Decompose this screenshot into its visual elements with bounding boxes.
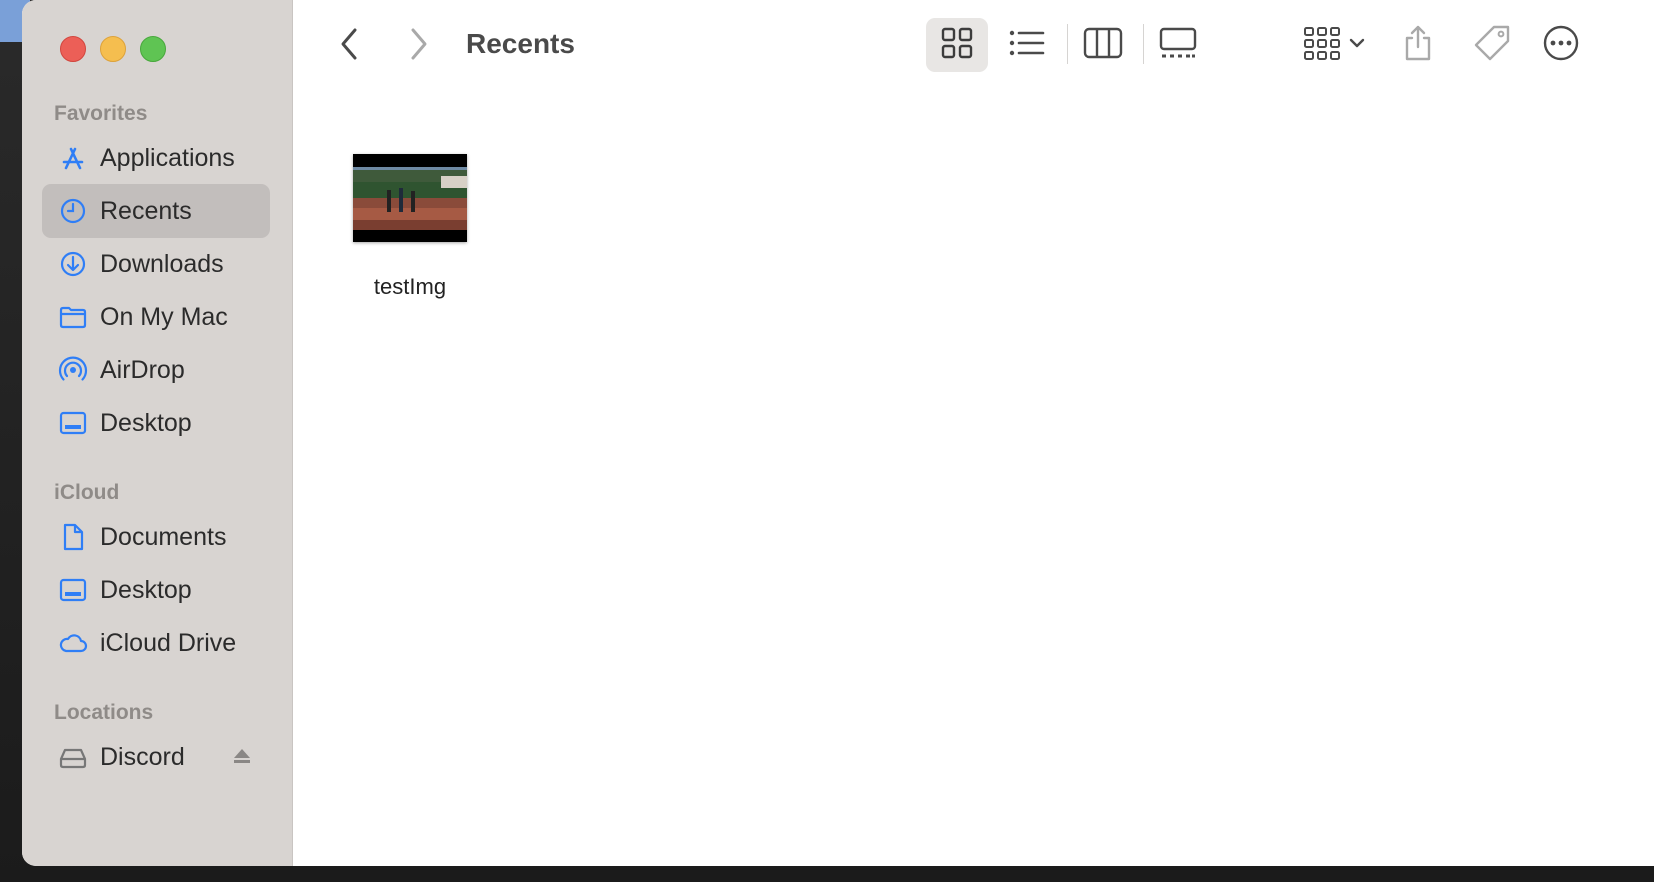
close-window-button[interactable] bbox=[60, 36, 86, 62]
sidebar-item-desktop[interactable]: Desktop bbox=[42, 396, 270, 450]
tag-icon bbox=[1473, 24, 1511, 67]
desktop-icon bbox=[56, 406, 90, 440]
applications-icon bbox=[56, 141, 90, 175]
view-as-icons-button[interactable] bbox=[926, 18, 988, 72]
drive-icon bbox=[56, 740, 90, 774]
finder-window: Favorites Applications Recents Downloads… bbox=[22, 0, 1654, 866]
sidebar-section-icloud: iCloud bbox=[54, 481, 120, 504]
group-by-button[interactable] bbox=[1296, 22, 1372, 68]
sidebar-item-label: On My Mac bbox=[100, 302, 228, 331]
tags-button[interactable] bbox=[1466, 20, 1518, 70]
sidebar-item-documents[interactable]: Documents bbox=[42, 510, 270, 564]
sidebar-item-applications[interactable]: Applications bbox=[42, 131, 270, 185]
sidebar-item-label: iCloud Drive bbox=[100, 628, 237, 657]
toolbar-divider bbox=[1143, 24, 1144, 64]
sidebar-item-recents[interactable]: Recents bbox=[42, 184, 270, 238]
sidebar-item-airdrop[interactable]: AirDrop bbox=[42, 343, 270, 397]
share-button[interactable] bbox=[1392, 20, 1444, 70]
gallery-icon bbox=[1158, 27, 1198, 64]
sidebar-section-locations: Locations bbox=[54, 701, 154, 724]
document-icon bbox=[56, 520, 90, 554]
image-thumbnail bbox=[353, 154, 467, 242]
sidebar-item-on-my-mac[interactable]: On My Mac bbox=[42, 290, 270, 344]
view-as-columns-button[interactable] bbox=[1078, 22, 1128, 68]
folder-icon bbox=[56, 300, 90, 334]
chevron-left-icon bbox=[339, 27, 361, 66]
sidebar-item-label: Recents bbox=[100, 196, 192, 225]
forward-button[interactable] bbox=[398, 26, 438, 66]
sidebar-item-label: Desktop bbox=[100, 575, 192, 604]
columns-icon bbox=[1083, 27, 1123, 64]
ellipsis-circle-icon bbox=[1542, 24, 1580, 67]
toolbar-divider bbox=[1067, 24, 1068, 64]
back-button[interactable] bbox=[330, 26, 370, 66]
chevron-right-icon bbox=[407, 27, 429, 66]
sidebar-item-label: AirDrop bbox=[100, 355, 185, 384]
file-name-label: testImg bbox=[373, 274, 447, 299]
list-icon bbox=[1009, 29, 1045, 62]
sidebar: Favorites Applications Recents Downloads… bbox=[22, 0, 293, 866]
download-icon bbox=[56, 247, 90, 281]
cloud-icon bbox=[56, 626, 90, 660]
view-as-list-button[interactable] bbox=[1002, 22, 1052, 68]
file-browser-content: testImg bbox=[292, 92, 1654, 866]
file-item[interactable]: testImg bbox=[332, 154, 488, 300]
clock-icon bbox=[56, 194, 90, 228]
sidebar-item-label: Applications bbox=[100, 143, 235, 172]
sidebar-item-discord[interactable]: Discord bbox=[42, 730, 270, 784]
desktop-icon bbox=[56, 573, 90, 607]
airdrop-icon bbox=[56, 353, 90, 387]
sidebar-item-downloads[interactable]: Downloads bbox=[42, 237, 270, 291]
sidebar-item-label: Discord bbox=[100, 742, 185, 771]
sidebar-item-label: Downloads bbox=[100, 249, 224, 278]
share-icon bbox=[1402, 24, 1434, 67]
eject-icon[interactable] bbox=[232, 746, 252, 771]
sidebar-item-label: Documents bbox=[100, 522, 227, 551]
toolbar: Recents bbox=[292, 0, 1654, 92]
group-grid-icon bbox=[1303, 26, 1341, 65]
sidebar-section-favorites: Favorites bbox=[54, 102, 148, 125]
sidebar-item-label: Desktop bbox=[100, 408, 192, 437]
more-actions-button[interactable] bbox=[1536, 20, 1586, 70]
zoom-window-button[interactable] bbox=[140, 36, 166, 62]
grid-icon bbox=[941, 27, 973, 64]
view-as-gallery-button[interactable] bbox=[1152, 22, 1204, 68]
chevron-down-icon bbox=[1349, 36, 1365, 54]
sidebar-item-icloud-drive[interactable]: iCloud Drive bbox=[42, 616, 270, 670]
minimize-window-button[interactable] bbox=[100, 36, 126, 62]
sidebar-item-icloud-desktop[interactable]: Desktop bbox=[42, 563, 270, 617]
window-title: Recents bbox=[466, 28, 575, 59]
